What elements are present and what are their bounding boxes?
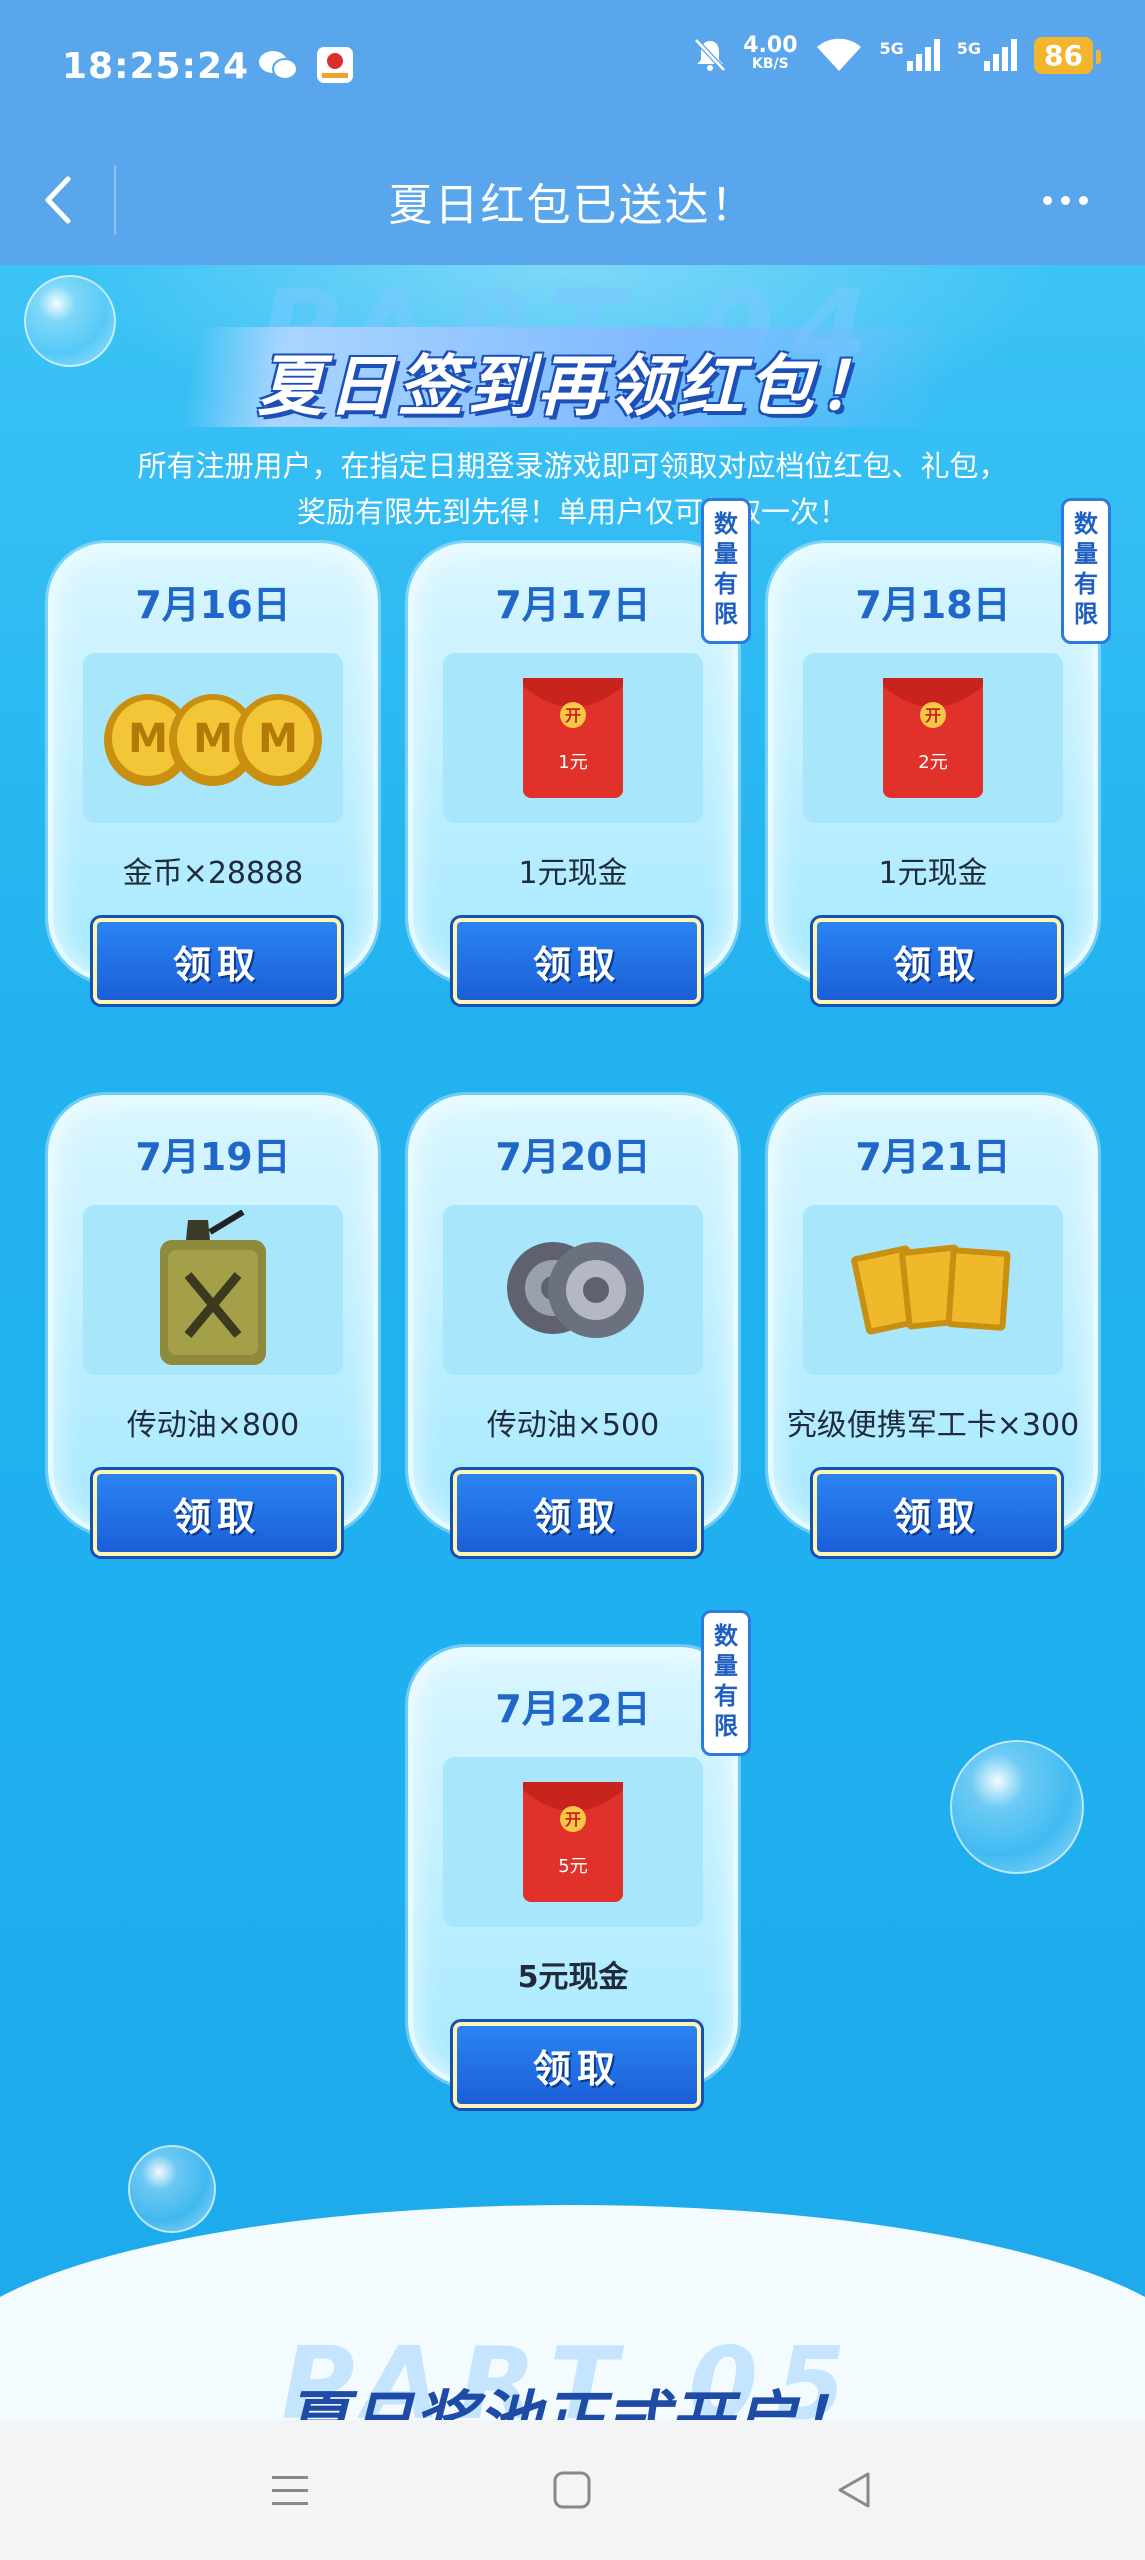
signal-bars-icon <box>984 39 1018 71</box>
reward-card: 7月19日 传动油×800 领取 <box>48 1095 378 1556</box>
network-speed-value: 4.00 <box>743 33 798 58</box>
bubble-decoration <box>128 2145 216 2233</box>
nav-back-button[interactable] <box>814 2460 894 2520</box>
reward-card: 7月22日 数量有限 开 5元 5元现金 领取 <box>408 1610 751 2108</box>
red-envelope-icon: 开 1元 <box>523 678 623 798</box>
reward-card: 7月21日 究级便携军工卡×300 领取 <box>768 1095 1098 1556</box>
signal-label-2: 5G <box>956 39 982 58</box>
reward-image <box>803 1205 1063 1375</box>
reward-image: 开 1元 <box>443 653 703 823</box>
more-dot-icon <box>1078 195 1088 205</box>
signal-indicator-2: 5G <box>957 39 1018 71</box>
reward-date: 7月16日 <box>135 583 291 627</box>
page-content: PART 04 夏日签到再领红包！ 所有注册用户，在指定日期登录游戏即可领取对应… <box>0 265 1145 2420</box>
system-nav-bar <box>0 2420 1145 2560</box>
claim-button[interactable]: 领取 <box>453 1470 701 1556</box>
envelope-amount: 2元 <box>918 752 947 773</box>
intro-line-2: 奖励有限先到先得！单用户仅可领取一次！ <box>296 495 848 529</box>
status-time: 18:25:24 <box>62 46 250 87</box>
reward-date: 7月22日 <box>495 1687 651 1731</box>
reward-label: 传动油×800 <box>126 1408 300 1443</box>
reward-label: 究级便携军工卡×300 <box>786 1408 1080 1443</box>
reward-label: 5元现金 <box>517 1960 629 1995</box>
intro-line-1: 所有注册用户，在指定日期登录游戏即可领取对应档位红包、礼包， <box>137 449 1008 483</box>
section-intro: 所有注册用户，在指定日期登录游戏即可领取对应档位红包、礼包， 奖励有限先到先得！… <box>40 443 1105 535</box>
signal-bars-icon <box>906 39 940 71</box>
more-dot-icon <box>1060 195 1070 205</box>
more-options-button[interactable] <box>1025 165 1105 235</box>
section-title: 夏日签到再领红包！ <box>257 348 888 425</box>
more-dot-icon <box>1042 195 1052 205</box>
svg-text:M: M <box>258 716 298 762</box>
network-speed: 4.00 KB/S <box>743 33 798 74</box>
mute-bell-icon <box>694 38 727 72</box>
red-envelope-icon: 开 5元 <box>523 1782 623 1902</box>
red-envelope-icon: 开 2元 <box>883 678 983 798</box>
svg-text:开: 开 <box>565 706 581 725</box>
reward-image: 开 5元 <box>443 1757 703 1927</box>
envelope-amount: 5元 <box>558 1856 587 1877</box>
svg-text:开: 开 <box>565 1810 581 1829</box>
reward-date: 7月21日 <box>855 1135 1011 1179</box>
military-cards-icon <box>851 1244 1011 1335</box>
reward-label: 1元现金 <box>518 856 628 891</box>
status-app-icons <box>258 46 354 84</box>
reward-card: 7月16日 M M M 金币×28888 领取 <box>48 543 378 1004</box>
page-title: 夏日红包已送达！ <box>388 180 757 231</box>
signal-indicator-1: 5G <box>880 39 941 71</box>
reward-card: 7月18日 数量有限 开 2元 1元现金 领取 <box>768 498 1111 1004</box>
home-square-icon <box>553 2471 591 2509</box>
reward-date: 7月20日 <box>495 1135 651 1179</box>
menu-icon <box>272 2476 308 2505</box>
reward-date: 7月17日 <box>495 583 651 627</box>
reward-image: 开 2元 <box>803 653 1063 823</box>
reward-card: 7月20日 传动油×500 领取 <box>408 1095 738 1556</box>
reward-label: 1元现金 <box>878 856 988 891</box>
wechat-icon <box>259 51 298 80</box>
app-notification-icon <box>317 47 353 83</box>
svg-text:M: M <box>193 716 233 762</box>
claim-button[interactable]: 领取 <box>93 1470 341 1556</box>
nav-home-button[interactable] <box>532 2460 612 2520</box>
reward-image <box>443 1205 703 1375</box>
claim-button[interactable]: 领取 <box>453 2022 701 2108</box>
battery-indicator: 86 <box>1034 36 1101 74</box>
limited-quantity-badge: 数量有限 <box>701 498 751 644</box>
claim-button[interactable]: 领取 <box>93 918 341 1004</box>
jerry-can-icon <box>160 1210 266 1365</box>
claim-button[interactable]: 领取 <box>813 1470 1061 1556</box>
reward-image: M M M <box>83 653 343 823</box>
gear-parts-icon <box>507 1242 644 1338</box>
gold-coins-icon: M M M <box>104 694 322 786</box>
signal-label-1: 5G <box>879 39 904 58</box>
app-bar: 夏日红包已送达！ <box>0 135 1145 265</box>
reward-image <box>83 1205 343 1375</box>
limited-quantity-badge: 数量有限 <box>701 1610 751 1756</box>
reward-card: 7月17日 数量有限 开 1元 1元现金 领取 <box>408 498 751 1004</box>
svg-text:开: 开 <box>925 706 941 725</box>
reward-label: 传动油×500 <box>486 1408 660 1443</box>
back-triangle-icon <box>838 2472 870 2508</box>
bubble-decoration <box>950 1740 1084 1874</box>
reward-label: 金币×28888 <box>122 856 304 891</box>
claim-button[interactable]: 领取 <box>813 918 1061 1004</box>
reward-date: 7月18日 <box>855 583 1011 627</box>
svg-text:M: M <box>128 716 168 762</box>
status-bar: 18:25:24 4.00 KB/S 5G 5G 86 <box>0 0 1145 135</box>
envelope-amount: 1元 <box>558 752 587 773</box>
next-section-title: 夏日奖池正式开启！ <box>0 2370 1145 2420</box>
nav-menu-button[interactable] <box>250 2460 330 2520</box>
claim-button[interactable]: 领取 <box>453 918 701 1004</box>
limited-quantity-badge: 数量有限 <box>1061 498 1111 644</box>
wifi-icon <box>816 38 861 71</box>
status-indicators: 4.00 KB/S 5G 5G 86 <box>693 33 1101 74</box>
reward-date: 7月19日 <box>135 1135 291 1179</box>
